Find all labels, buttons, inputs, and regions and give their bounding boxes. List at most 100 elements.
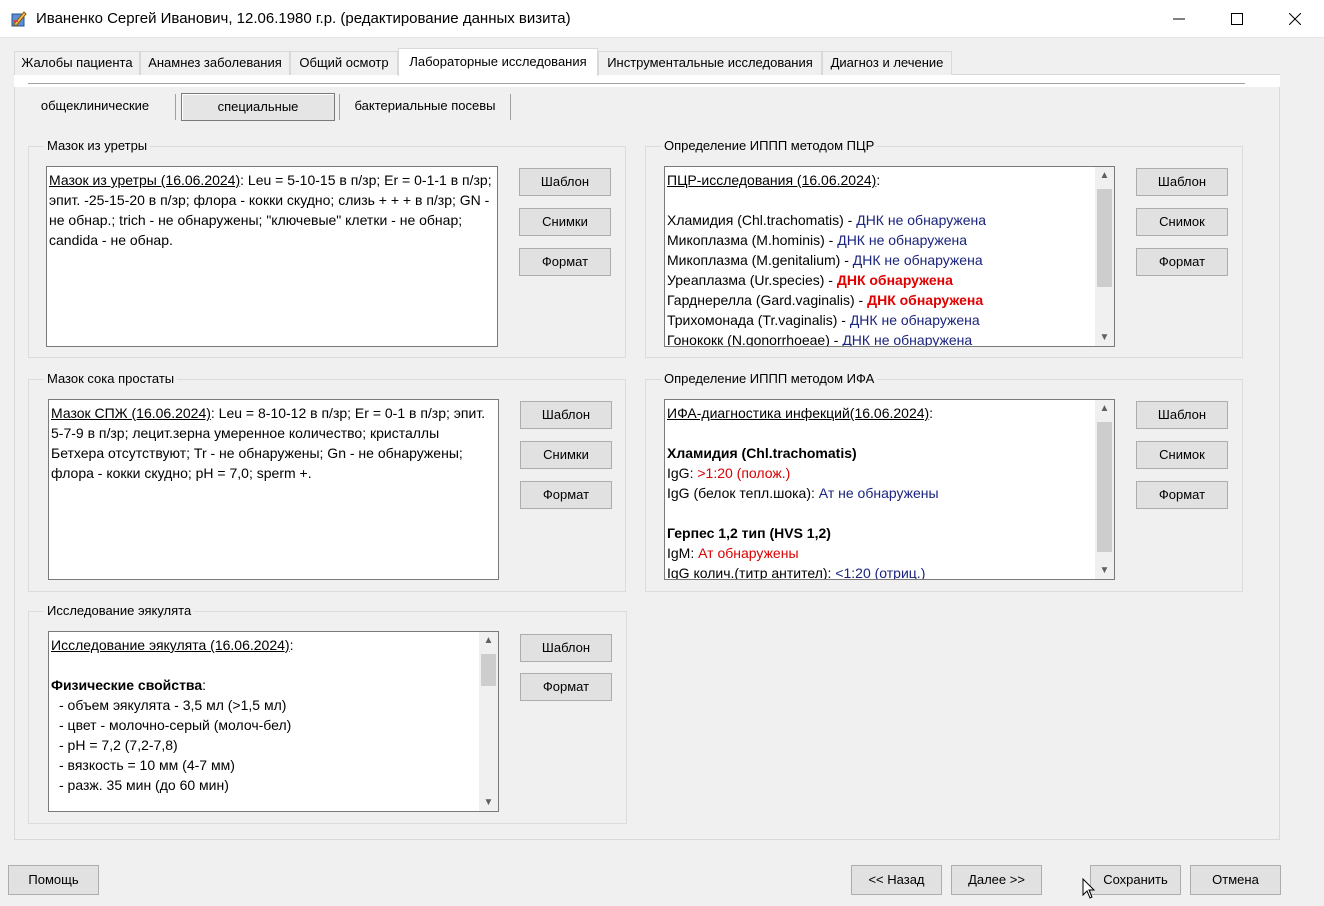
ifa-block-title: Герпес 1,2 тип (HVS 1,2) xyxy=(667,525,831,541)
pcr-group-label: Определение ИППП методом ПЦР xyxy=(661,138,878,153)
urethra-images-button[interactable]: Снимки xyxy=(519,208,611,236)
scroll-thumb[interactable] xyxy=(481,654,496,686)
pcr-textarea[interactable]: ПЦР-исследования (16.06.2024): Хламидия … xyxy=(664,166,1115,347)
ejaculate-format-button[interactable]: Формат xyxy=(520,673,612,701)
ifa-template-button[interactable]: Шаблон xyxy=(1136,401,1228,429)
pcr-heading: ПЦР-исследования (16.06.2024) xyxy=(667,172,877,188)
pcr-result: ДНК не обнаружена xyxy=(842,332,973,347)
save-button[interactable]: Сохранить xyxy=(1090,865,1181,895)
ifa-block-title: Хламидия (Chl.trachomatis) xyxy=(667,445,857,461)
pcr-format-button[interactable]: Формат xyxy=(1136,248,1228,276)
tab-header-strip xyxy=(14,75,1280,87)
scroll-up-icon[interactable]: ▲ xyxy=(1095,400,1114,417)
pcr-test-name: Хламидия (Chl.trachomatis) - xyxy=(667,212,857,228)
pcr-test-name: Гонококк (N.gonorrhoeae) - xyxy=(667,332,843,347)
pcr-row: Гарднерелла (Gard.vaginalis) - ДНК обнар… xyxy=(667,290,1094,310)
app-icon xyxy=(11,11,27,27)
prostate-heading: Мазок СПЖ (16.06.2024) xyxy=(51,405,211,421)
subtab-divider xyxy=(339,94,340,120)
scroll-up-icon[interactable]: ▲ xyxy=(1095,167,1114,184)
subtab-divider xyxy=(175,94,176,120)
ifa-textarea[interactable]: ИФА-диагностика инфекций(16.06.2024): Хл… xyxy=(664,399,1115,580)
subtab-special[interactable]: специальные xyxy=(181,93,335,121)
pcr-row: Микоплазма (M.genitalium) - ДНК не обнар… xyxy=(667,250,1094,270)
subtab-divider xyxy=(510,94,511,120)
pcr-test-name: Уреаплазма (Ur.species) - xyxy=(667,272,837,288)
ejaculate-line: - цвет - молочно-серый (молоч-бел) xyxy=(59,717,292,733)
window-title: Иваненко Сергей Иванович, 12.06.1980 г.р… xyxy=(36,10,571,27)
minimize-icon xyxy=(1173,18,1185,20)
ifa-group-label: Определение ИППП методом ИФА xyxy=(661,371,878,386)
help-button[interactable]: Помощь xyxy=(8,865,99,895)
pcr-test-name: Микоплазма (M.genitalium) - xyxy=(667,252,853,268)
mouse-cursor-icon xyxy=(1082,878,1096,899)
subtab-general-clinical[interactable]: общеклинические xyxy=(24,93,166,121)
ifa-format-button[interactable]: Формат xyxy=(1136,481,1228,509)
scroll-down-icon[interactable]: ▼ xyxy=(479,794,498,811)
cancel-button[interactable]: Отмена xyxy=(1190,865,1281,895)
pcr-test-name: Гарднерелла (Gard.vaginalis) - xyxy=(667,292,868,308)
maximize-icon xyxy=(1231,13,1243,25)
title-bar: Иваненко Сергей Иванович, 12.06.1980 г.р… xyxy=(0,0,1324,38)
prostate-group-label: Мазок сока простаты xyxy=(44,371,178,386)
subtab-bacterial-cultures[interactable]: бактериальные посевы xyxy=(341,93,509,121)
ejaculate-heading-suffix: : xyxy=(289,637,294,653)
close-icon xyxy=(1289,13,1301,25)
maximize-button[interactable] xyxy=(1208,0,1266,38)
ifa-value: >1:20 (полож.) xyxy=(697,465,791,481)
ifa-label: IgM: xyxy=(667,545,699,561)
urethra-format-button[interactable]: Формат xyxy=(519,248,611,276)
scroll-down-icon[interactable]: ▼ xyxy=(1095,329,1114,346)
scroll-down-icon[interactable]: ▼ xyxy=(1095,562,1114,579)
ejaculate-template-button[interactable]: Шаблон xyxy=(520,634,612,662)
ejaculate-group-label: Исследование эякулята xyxy=(44,603,195,618)
pcr-heading-suffix: : xyxy=(876,172,881,188)
pcr-row: Хламидия (Chl.trachomatis) - ДНК не обна… xyxy=(667,210,1094,230)
pcr-test-name: Трихомонада (Tr.vaginalis) - xyxy=(667,312,850,328)
scroll-thumb[interactable] xyxy=(1097,422,1112,552)
prostate-textarea[interactable]: Мазок СПЖ (16.06.2024): Leu = 8-10-12 в … xyxy=(48,399,499,580)
pcr-result: ДНК не обнаружена xyxy=(837,232,968,248)
pcr-result: ДНК не обнаружена xyxy=(849,312,980,328)
ejaculate-line: - объем эякулята - 3,5 мл (>1,5 мл) xyxy=(59,697,287,713)
tab-instrumental[interactable]: Инструментальные исследования xyxy=(598,51,822,75)
urethra-template-button[interactable]: Шаблон xyxy=(519,168,611,196)
pcr-image-button[interactable]: Снимок xyxy=(1136,208,1228,236)
ifa-image-button[interactable]: Снимок xyxy=(1136,441,1228,469)
ifa-scrollbar[interactable]: ▲ ▼ xyxy=(1095,400,1114,579)
pcr-result: ДНК не обнаружена xyxy=(856,212,987,228)
close-button[interactable] xyxy=(1266,0,1324,38)
ifa-value: Ат не обнаружены xyxy=(818,485,939,501)
ifa-label: IgG: xyxy=(667,465,698,481)
urethra-heading: Мазок из уретры (16.06.2024) xyxy=(49,172,241,188)
tab-lab-tests[interactable]: Лабораторные исследования xyxy=(398,48,598,76)
ifa-value: Ат обнаружены xyxy=(698,545,799,561)
scroll-thumb[interactable] xyxy=(1097,189,1112,287)
next-button[interactable]: Далее >> xyxy=(951,865,1042,895)
minimize-button[interactable] xyxy=(1150,0,1208,38)
ejaculate-line: - pH = 7,2 (7,2-7,8) xyxy=(59,737,178,753)
ejaculate-line: - вязкость = 10 мм (4-7 мм) xyxy=(59,757,235,773)
pcr-template-button[interactable]: Шаблон xyxy=(1136,168,1228,196)
prostate-images-button[interactable]: Снимки xyxy=(520,441,612,469)
ejaculate-scrollbar[interactable]: ▲ ▼ xyxy=(479,632,498,811)
ejaculate-section-suffix: : xyxy=(202,677,207,693)
pcr-scrollbar[interactable]: ▲ ▼ xyxy=(1095,167,1114,346)
ifa-heading-suffix: : xyxy=(929,405,934,421)
pcr-row: Микоплазма (M.hominis) - ДНК не обнаруже… xyxy=(667,230,1094,250)
ejaculate-heading: Исследование эякулята (16.06.2024) xyxy=(51,637,290,653)
tab-anamnesis[interactable]: Анамнез заболевания xyxy=(140,51,290,75)
scroll-up-icon[interactable]: ▲ xyxy=(479,632,498,649)
ejaculate-textarea[interactable]: Исследование эякулята (16.06.2024): Физи… xyxy=(48,631,499,812)
ifa-label: IgG (белок тепл.шока): xyxy=(667,485,819,501)
tab-diagnosis[interactable]: Диагноз и лечение xyxy=(822,51,952,75)
prostate-template-button[interactable]: Шаблон xyxy=(520,401,612,429)
back-button[interactable]: << Назад xyxy=(851,865,942,895)
prostate-format-button[interactable]: Формат xyxy=(520,481,612,509)
pcr-result: ДНК обнаружена xyxy=(836,272,953,288)
pcr-result: ДНК не обнаружена xyxy=(852,252,983,268)
tab-general-exam[interactable]: Общий осмотр xyxy=(290,51,398,75)
tab-complaints[interactable]: Жалобы пациента xyxy=(14,51,140,75)
urethra-textarea[interactable]: Мазок из уретры (16.06.2024): Leu = 5-10… xyxy=(46,166,498,347)
ejaculate-section-title: Физические свойства xyxy=(51,677,203,693)
